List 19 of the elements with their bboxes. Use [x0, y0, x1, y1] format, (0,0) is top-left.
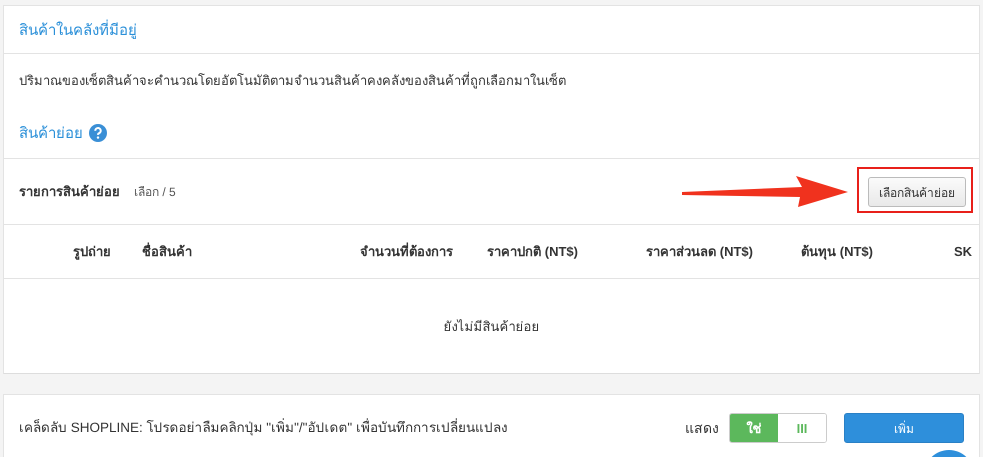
- show-label: แสดง: [685, 419, 719, 438]
- section-subtitle: สินค้าย่อย: [19, 124, 83, 144]
- column-header: SK: [953, 244, 974, 259]
- help-icon[interactable]: [89, 124, 107, 142]
- column-header: ราคาปกติ (NT$): [486, 243, 578, 261]
- selection-count: เลือก / 5: [134, 184, 176, 201]
- item-list-label: รายการสินค้าย่อย: [19, 183, 120, 201]
- column-header: ต้นทุน (NT$): [800, 243, 873, 262]
- column-header: รูปถ่าย: [72, 243, 111, 262]
- column-header: จำนวนที่ต้องการ: [359, 242, 453, 261]
- column-header: ชื่อสินค้า: [142, 242, 193, 261]
- column-header: ราคาส่วนลด (NT$): [645, 243, 753, 261]
- add-button[interactable]: เพิ่ม: [844, 413, 964, 443]
- empty-message: ยังไม่มีสินค้าย่อย: [444, 318, 540, 336]
- description-text: ปริมาณของเซ็ตสินค้าจะคำนวณโดยอัตโนมัติตามจำนวนสินค้าคงคลังของสินค้าที่ถูกเลือกมาในเซ็ต: [19, 73, 566, 88]
- tip-text: เคล็ดลับ SHOPLINE: โปรดอย่าลืมคลิกปุ่ม "เพิ่ม"/"อัปเดต" เพื่อบันทึกการเปลี่ยนแปลง: [19, 417, 509, 438]
- toggle-option[interactable]: ใช่: [730, 414, 778, 442]
- select-items-button[interactable]: เลือกสินค้าย่อย: [868, 177, 966, 207]
- section-title: สินค้าในคลังที่มีอยู่: [19, 18, 137, 41]
